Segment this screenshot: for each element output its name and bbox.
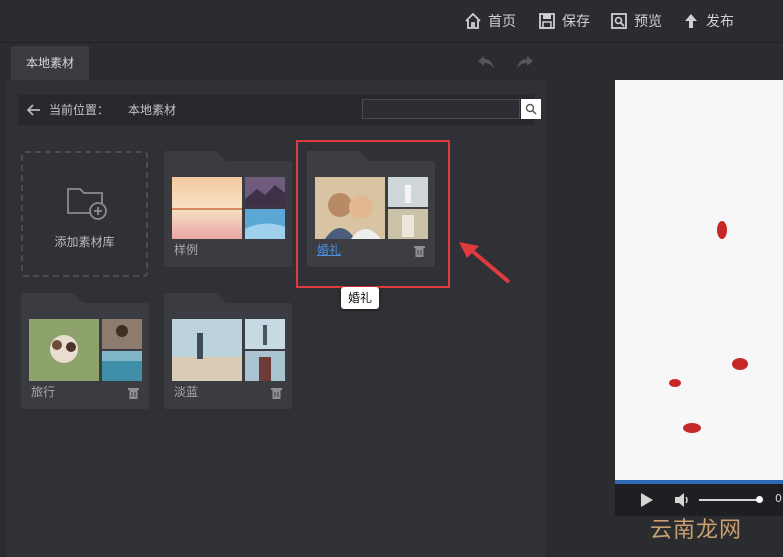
save-button[interactable]: 保存: [538, 10, 590, 32]
material-panel: 本地素材 当前位置： 本地素材 添加素材库 样例 婚礼 旅行 淡蓝: [6, 43, 546, 557]
back-arrow-icon[interactable]: [26, 102, 42, 118]
tab-bar: 本地素材: [6, 43, 546, 80]
add-library-label: 添加素材库: [54, 235, 115, 249]
publish-label: 发布: [706, 14, 734, 30]
trash-icon[interactable]: [271, 387, 282, 399]
trash-icon[interactable]: [128, 387, 139, 399]
red-arrow-annotation: [459, 242, 511, 284]
home-label: 首页: [488, 14, 516, 30]
highlight-box: [296, 140, 450, 288]
grass-couple-thumbnail: [29, 319, 99, 381]
lake-thumbnail: [102, 351, 142, 381]
volume-slider[interactable]: [699, 499, 759, 501]
home-icon: [465, 12, 481, 29]
search-input[interactable]: [362, 99, 520, 119]
save-icon: [539, 13, 555, 29]
breadcrumb: 当前位置： 本地素材: [18, 95, 541, 125]
time-display: 0: [775, 492, 782, 505]
preview-label: 预览: [634, 14, 662, 30]
add-folder-icon: [67, 188, 107, 220]
seaside-thumbnail: [245, 319, 285, 349]
redo-icon[interactable]: [515, 53, 535, 71]
folder-name-tooltip: 婚礼: [341, 287, 379, 309]
preview-button[interactable]: 预览: [610, 10, 662, 32]
woman-thumbnail: [245, 351, 285, 381]
watermark: 云南龙网: [650, 518, 743, 543]
upload-arrow-icon: [685, 14, 697, 28]
top-toolbar: 首页 保存 预览 发布: [0, 0, 783, 43]
mountain-thumbnail: [245, 177, 285, 207]
sunset-thumbnail: [172, 177, 242, 239]
undo-icon[interactable]: [476, 53, 496, 71]
portrait-thumbnail: [102, 319, 142, 349]
publish-button[interactable]: 发布: [682, 10, 734, 32]
play-icon[interactable]: [641, 493, 653, 507]
search-icon: [525, 103, 537, 115]
rose-petals: [669, 221, 748, 433]
volume-icon[interactable]: [675, 493, 691, 507]
save-label: 保存: [562, 14, 590, 30]
tab-local-material[interactable]: 本地素材: [11, 46, 89, 80]
folder-name: 样例: [174, 243, 199, 257]
folder-card-light-blue[interactable]: 淡蓝: [164, 293, 292, 409]
home-button[interactable]: 首页: [464, 10, 516, 32]
folder-card-sample[interactable]: 样例: [164, 151, 292, 267]
folder-name: 淡蓝: [174, 385, 199, 399]
path-label: 当前位置：: [49, 103, 110, 117]
sky-thumbnail: [245, 209, 285, 239]
folder-card-travel[interactable]: 旅行: [21, 293, 149, 409]
preview-icon: [611, 13, 627, 29]
folder-name: 旅行: [31, 385, 56, 399]
path-value: 本地素材: [128, 103, 177, 117]
add-library-card[interactable]: 添加素材库: [21, 151, 148, 277]
beach-thumbnail: [172, 319, 242, 381]
video-preview: [615, 80, 783, 482]
search-button[interactable]: [521, 99, 541, 119]
volume-handle[interactable]: [756, 496, 763, 503]
